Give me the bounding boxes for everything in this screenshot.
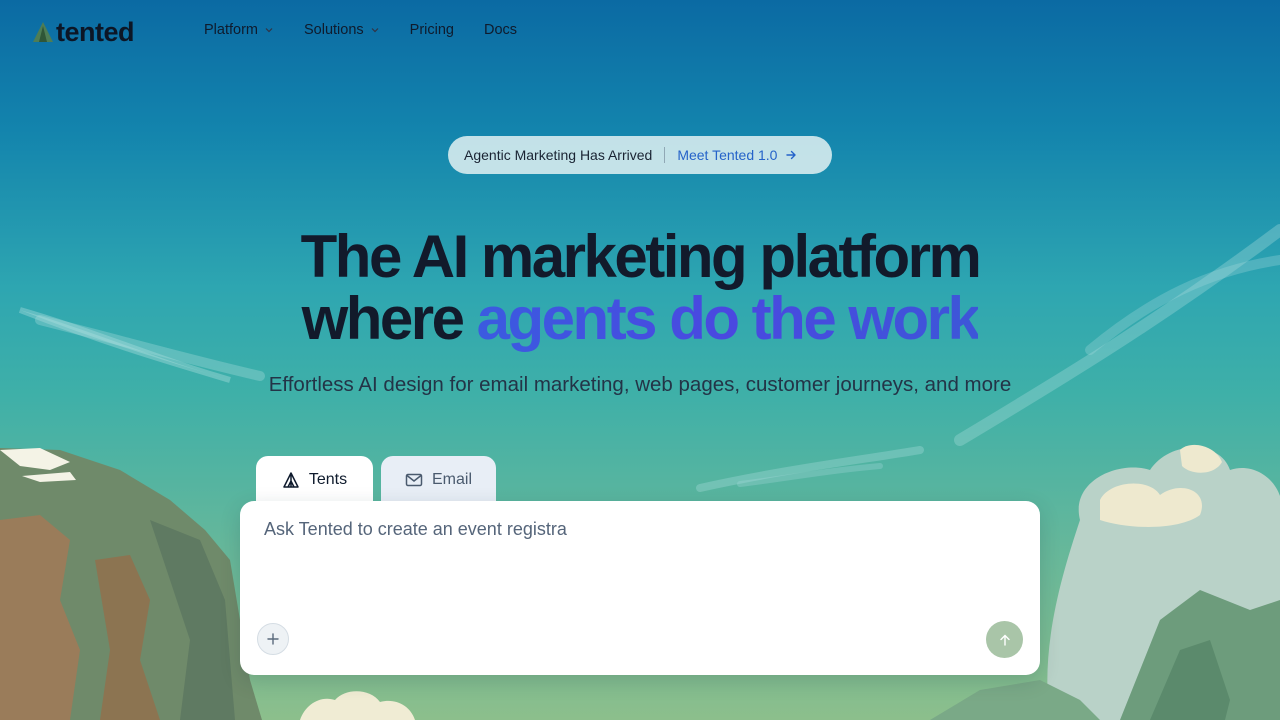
banner-divider (664, 147, 666, 163)
hero-title: The AI marketing platform where agents d… (0, 226, 1280, 350)
cloud-wisp-mid-2 (737, 463, 883, 487)
left-cliff-rock (0, 515, 80, 720)
nav-item-solutions[interactable]: Solutions (304, 22, 380, 38)
left-cliff-shade (150, 520, 235, 720)
hero-subtitle: Effortless AI design for email marketing… (268, 373, 1012, 396)
banner-link[interactable]: Meet Tented 1.0 (677, 147, 797, 163)
nav-item-label: Platform (204, 22, 258, 38)
right-cloud-puffs (1047, 447, 1280, 720)
nav-item-label: Solutions (304, 22, 364, 38)
left-cliff (0, 448, 262, 720)
send-button[interactable] (986, 621, 1023, 658)
hero-title-line2-plain: where (301, 285, 477, 352)
nav-item-pricing[interactable]: Pricing (410, 22, 454, 38)
hero-title-accent: agents do the work (476, 285, 981, 352)
hero-title-line1: The AI marketing platform (300, 223, 982, 290)
brand-logo[interactable]: tented (32, 16, 135, 48)
tent-icon (283, 472, 299, 488)
left-cliff-snow-2 (22, 472, 76, 482)
cloud-wisp-mid (696, 446, 924, 492)
chevron-down-icon (371, 28, 379, 33)
arrow-right-icon (786, 150, 797, 160)
mail-icon (405, 473, 423, 487)
nav-item-label: Docs (483, 22, 518, 38)
left-cliff-snow (0, 448, 70, 470)
brand-name: tented (56, 16, 135, 47)
right-mountain-shade (1150, 640, 1230, 720)
right-mountain-low (930, 680, 1100, 720)
tab-tents[interactable]: Tents (256, 456, 373, 504)
nav-item-docs[interactable]: Docs (484, 22, 517, 38)
right-cloud-highlight-2 (1180, 444, 1222, 473)
tab-label: Tents (308, 471, 348, 488)
add-attachment-button[interactable] (257, 623, 289, 655)
banner-link-label: Meet Tented 1.0 (677, 147, 778, 163)
chevron-down-icon (265, 28, 273, 33)
arrow-up-icon (999, 634, 1010, 646)
tab-email[interactable]: Email (381, 456, 496, 504)
tab-label: Email (431, 471, 472, 488)
tent-logo-icon (33, 22, 53, 42)
top-navigation: tented Platform Solutions Pricing Docs (0, 0, 1280, 64)
announcement-banner: Agentic Marketing Has Arrived Meet Tente… (448, 136, 832, 174)
nav-item-platform[interactable]: Platform (204, 22, 274, 38)
prompt-card: Ask Tented to create an event registra (240, 501, 1040, 675)
plus-icon (267, 633, 279, 645)
right-mountain (1120, 590, 1280, 720)
prompt-input[interactable]: Ask Tented to create an event registra (264, 519, 1004, 609)
nav-item-label: Pricing (409, 22, 454, 38)
left-cliff-rock-2 (95, 555, 160, 720)
banner-text: Agentic Marketing Has Arrived (464, 147, 653, 163)
nav-links: Platform Solutions Pricing Docs (204, 22, 547, 38)
right-cloud-highlight (1100, 483, 1202, 527)
bottom-cloud (300, 691, 415, 720)
